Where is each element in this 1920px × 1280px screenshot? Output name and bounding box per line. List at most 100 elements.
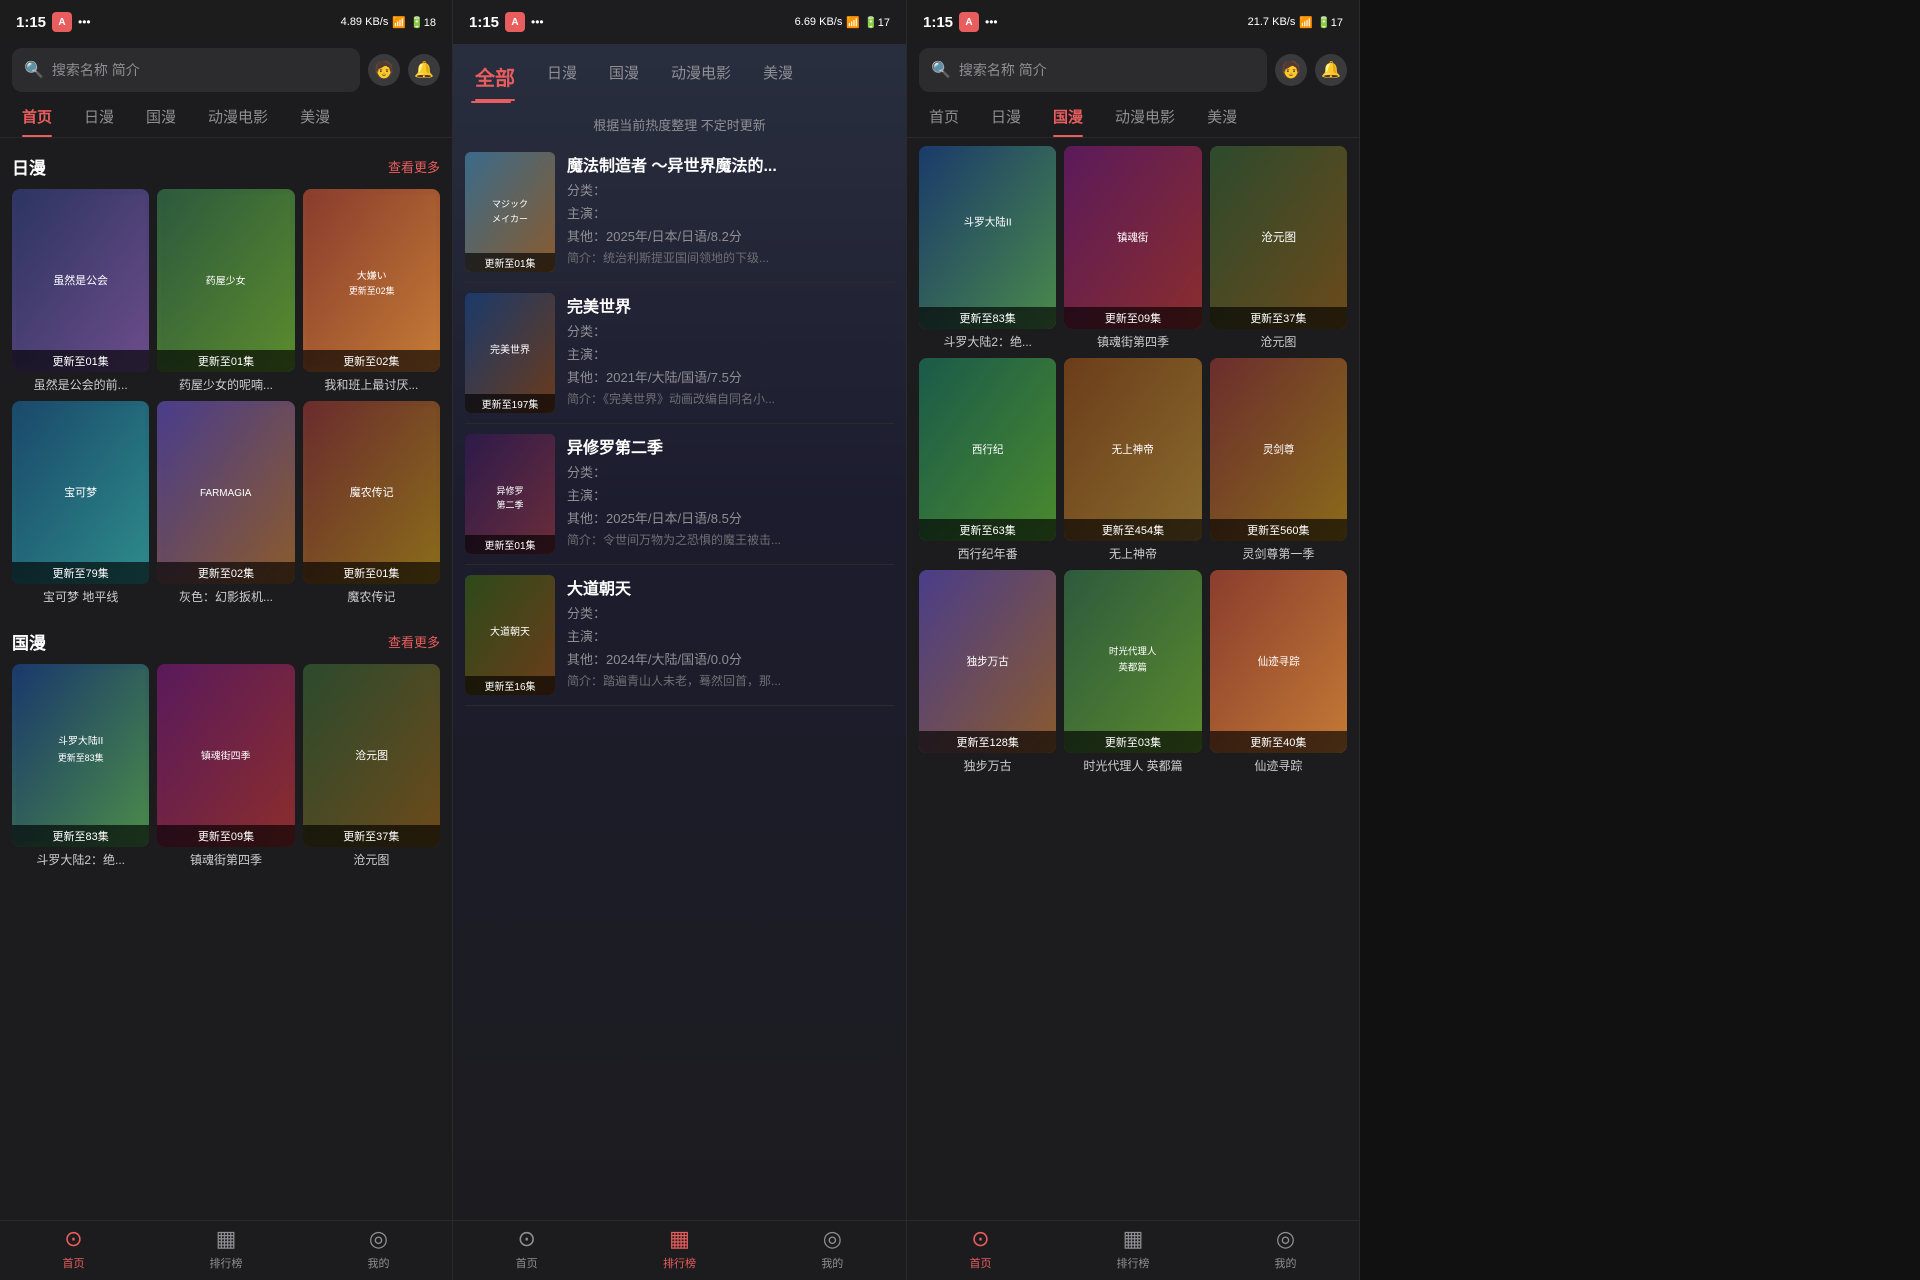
mine-icon-rank: ◎ xyxy=(823,1226,842,1252)
tab-guoman-guoman[interactable]: 国漫 xyxy=(1039,96,1097,137)
svg-text:更新至83集: 更新至83集 xyxy=(58,752,104,763)
rank-item-1[interactable]: マジック メイカー 更新至01集 魔法制造者 ～异世界魔法的... 分类： 主演… xyxy=(465,142,894,283)
list-item[interactable]: 仙迹寻踪 更新至40集 仙迹寻踪 xyxy=(1210,570,1347,774)
home-icon-rank: ⊙ xyxy=(517,1226,535,1252)
rank-icon-home: ▦ xyxy=(216,1226,237,1252)
home-label-guoman: 首页 xyxy=(970,1255,992,1271)
list-item[interactable]: 灵剑尊 更新至560集 灵剑尊第一季 xyxy=(1210,358,1347,562)
tab-all-rank[interactable]: 全部 xyxy=(461,52,529,101)
list-item[interactable]: 斗罗大陆II 更新至83集 斗罗大陆2：绝... xyxy=(919,146,1056,350)
nav-mine-rank[interactable]: ◎ 我的 xyxy=(821,1226,843,1271)
rank-other-4: 其他：2024年/大陆/国语/0.0分 xyxy=(567,649,894,668)
list-item[interactable]: 无上神帝 更新至454集 无上神帝 xyxy=(1064,358,1201,562)
nav-home-guoman[interactable]: ⊙ 首页 xyxy=(970,1226,992,1271)
status-icons-guoman: 21.7 KB/s 📶 🔋17 xyxy=(1248,16,1343,29)
search-placeholder-home: 搜索名称 简介 xyxy=(52,60,140,80)
card-badge-6: 更新至01集 xyxy=(303,562,440,584)
list-item[interactable]: 镇魂街 更新至09集 镇魂街第四季 xyxy=(1064,146,1201,350)
svg-text:更新至02集: 更新至02集 xyxy=(348,285,394,296)
list-item[interactable]: 大嫌い 更新至02集 更新至02集 我和班上最讨厌... xyxy=(303,189,440,393)
card-title-2: 药屋少女的呢喃... xyxy=(157,376,294,393)
tab-movie-rank[interactable]: 动漫电影 xyxy=(657,52,745,101)
rank-thumb-1: マジック メイカー 更新至01集 xyxy=(465,152,555,272)
tab-meiman-home[interactable]: 美漫 xyxy=(286,96,344,137)
card-title-1: 虽然是公会的前... xyxy=(12,376,149,393)
riman-more[interactable]: 查看更多 xyxy=(388,157,440,176)
tab-movie-home[interactable]: 动漫电影 xyxy=(194,96,282,137)
card-img-5: FARMAGIA xyxy=(157,401,294,584)
nav-mine-guoman[interactable]: ◎ 我的 xyxy=(1275,1226,1297,1271)
rank-item-3[interactable]: 异修罗 第二季 更新至01集 异修罗第二季 分类： 主演： 其他：2025年/日… xyxy=(465,424,894,565)
user-btn-guoman[interactable]: 🧑 xyxy=(1275,54,1307,86)
card-title-6: 魔农传记 xyxy=(303,588,440,605)
card-img-9: 沧元图 xyxy=(303,664,440,847)
rank-info-1: 魔法制造者 ～异世界魔法的... 分类： 主演： 其他：2025年/日本/日语/… xyxy=(567,152,894,266)
tab-riman-home[interactable]: 日漫 xyxy=(70,96,128,137)
rank-cast-2: 主演： xyxy=(567,344,894,363)
tab-riman-rank[interactable]: 日漫 xyxy=(533,52,591,101)
rank-item-2[interactable]: 完美世界 更新至197集 完美世界 分类： 主演： 其他：2021年/大陆/国语… xyxy=(465,283,894,424)
bell-btn-home[interactable]: 🔔 xyxy=(408,54,440,86)
search-icon-guoman: 🔍 xyxy=(931,60,951,80)
nav-rank-guoman[interactable]: ▦ 排行榜 xyxy=(1117,1226,1150,1271)
rank-cat-4: 分类： xyxy=(567,603,894,622)
tab-guoman-rank[interactable]: 国漫 xyxy=(595,52,653,101)
list-item[interactable]: FARMAGIA 更新至02集 灰色：幻影扳机... xyxy=(157,401,294,605)
rank-desc-2: 简介：《完美世界》动画改编自同名小... xyxy=(567,390,894,407)
list-item[interactable]: 宝可梦 更新至79集 宝可梦 地平线 xyxy=(12,401,149,605)
rank-info-2: 完美世界 分类： 主演： 其他：2021年/大陆/国语/7.5分 简介：《完美世… xyxy=(567,293,894,407)
user-btn-home[interactable]: 🧑 xyxy=(368,54,400,86)
rank-info-4: 大道朝天 分类： 主演： 其他：2024年/大陆/国语/0.0分 简介：踏遍青山… xyxy=(567,575,894,689)
nav-mine-home[interactable]: ◎ 我的 xyxy=(368,1226,390,1271)
card-badge-1: 更新至01集 xyxy=(12,350,149,372)
home-label-home: 首页 xyxy=(63,1255,85,1271)
list-item[interactable]: 虽然是公会 更新至01集 虽然是公会的前... xyxy=(12,189,149,393)
list-item[interactable]: 时光代理人 英都篇 更新至03集 时光代理人 英都篇 xyxy=(1064,570,1201,774)
list-item[interactable]: 镇魂街四季 更新至09集 镇魂街第四季 xyxy=(157,664,294,868)
list-item[interactable]: 斗罗大陆II 更新至83集 更新至83集 斗罗大陆2：绝... xyxy=(12,664,149,868)
search-bar-home[interactable]: 🔍 搜索名称 简介 xyxy=(12,48,360,92)
nav-home-home[interactable]: ⊙ 首页 xyxy=(63,1226,85,1271)
status-bar-home: 1:15 A ••• 4.89 KB/s 📶 🔋18 xyxy=(0,0,452,44)
list-item[interactable]: 沧元图 更新至37集 沧元图 xyxy=(303,664,440,868)
tab-home-guoman[interactable]: 首页 xyxy=(915,96,973,137)
tab-movie-guoman[interactable]: 动漫电影 xyxy=(1101,96,1189,137)
card-img-6: 魔农传记 xyxy=(303,401,440,584)
bell-btn-guoman[interactable]: 🔔 xyxy=(1315,54,1347,86)
svg-text:药屋少女: 药屋少女 xyxy=(206,274,246,287)
card-title-3: 我和班上最讨厌... xyxy=(303,376,440,393)
tab-guoman-home[interactable]: 国漫 xyxy=(132,96,190,137)
tab-meiman-guoman[interactable]: 美漫 xyxy=(1193,96,1251,137)
rank-cat-3: 分类： xyxy=(567,462,894,481)
rank-label-rank: 排行榜 xyxy=(663,1255,696,1271)
svg-text:大嫌い: 大嫌い xyxy=(356,269,386,282)
nav-home-rank[interactable]: ⊙ 首页 xyxy=(516,1226,538,1271)
list-item[interactable]: 魔农传记 更新至01集 魔农传记 xyxy=(303,401,440,605)
guoman-title-3: 沧元图 xyxy=(1210,333,1347,350)
list-item[interactable]: 沧元图 更新至37集 沧元图 xyxy=(1210,146,1347,350)
rank-content: 根据当前热度整理 不定时更新 マジック メイカー 更新至01集 魔法制造者 ～异… xyxy=(453,103,906,1280)
guoman-more[interactable]: 查看更多 xyxy=(388,632,440,651)
svg-text:镇魂街四季: 镇魂街四季 xyxy=(201,749,251,762)
tab-home-home[interactable]: 首页 xyxy=(8,96,66,137)
svg-text:斗罗大陆II: 斗罗大陆II xyxy=(58,734,103,747)
card-badge-4: 更新至79集 xyxy=(12,562,149,584)
svg-text:FARMAGIA: FARMAGIA xyxy=(200,488,252,499)
rank-cat-2: 分类： xyxy=(567,321,894,340)
dots-rank: ••• xyxy=(531,15,544,29)
card-badge-3: 更新至02集 xyxy=(303,350,440,372)
list-item[interactable]: 独步万古 更新至128集 独步万古 xyxy=(919,570,1056,774)
nav-rank-home[interactable]: ▦ 排行榜 xyxy=(210,1226,243,1271)
svg-text:时光代理人: 时光代理人 xyxy=(1109,646,1157,658)
nav-rank-rank[interactable]: ▦ 排行榜 xyxy=(663,1226,696,1271)
rank-item-4[interactable]: 大道朝天 更新至16集 大道朝天 分类： 主演： 其他：2024年/大陆/国语/… xyxy=(465,565,894,706)
tab-meiman-rank[interactable]: 美漫 xyxy=(749,52,807,101)
list-item[interactable]: 药屋少女 更新至01集 药屋少女的呢喃... xyxy=(157,189,294,393)
guoman-badge-9: 更新至40集 xyxy=(1210,731,1347,753)
status-icons-home: 4.89 KB/s 📶 🔋18 xyxy=(341,16,436,29)
rank-title-2: 完美世界 xyxy=(567,293,894,317)
search-bar-guoman[interactable]: 🔍 搜索名称 简介 xyxy=(919,48,1267,92)
list-item[interactable]: 西行纪 更新至63集 西行纪年番 xyxy=(919,358,1056,562)
rank-cat-1: 分类： xyxy=(567,180,894,199)
tab-riman-guoman[interactable]: 日漫 xyxy=(977,96,1035,137)
